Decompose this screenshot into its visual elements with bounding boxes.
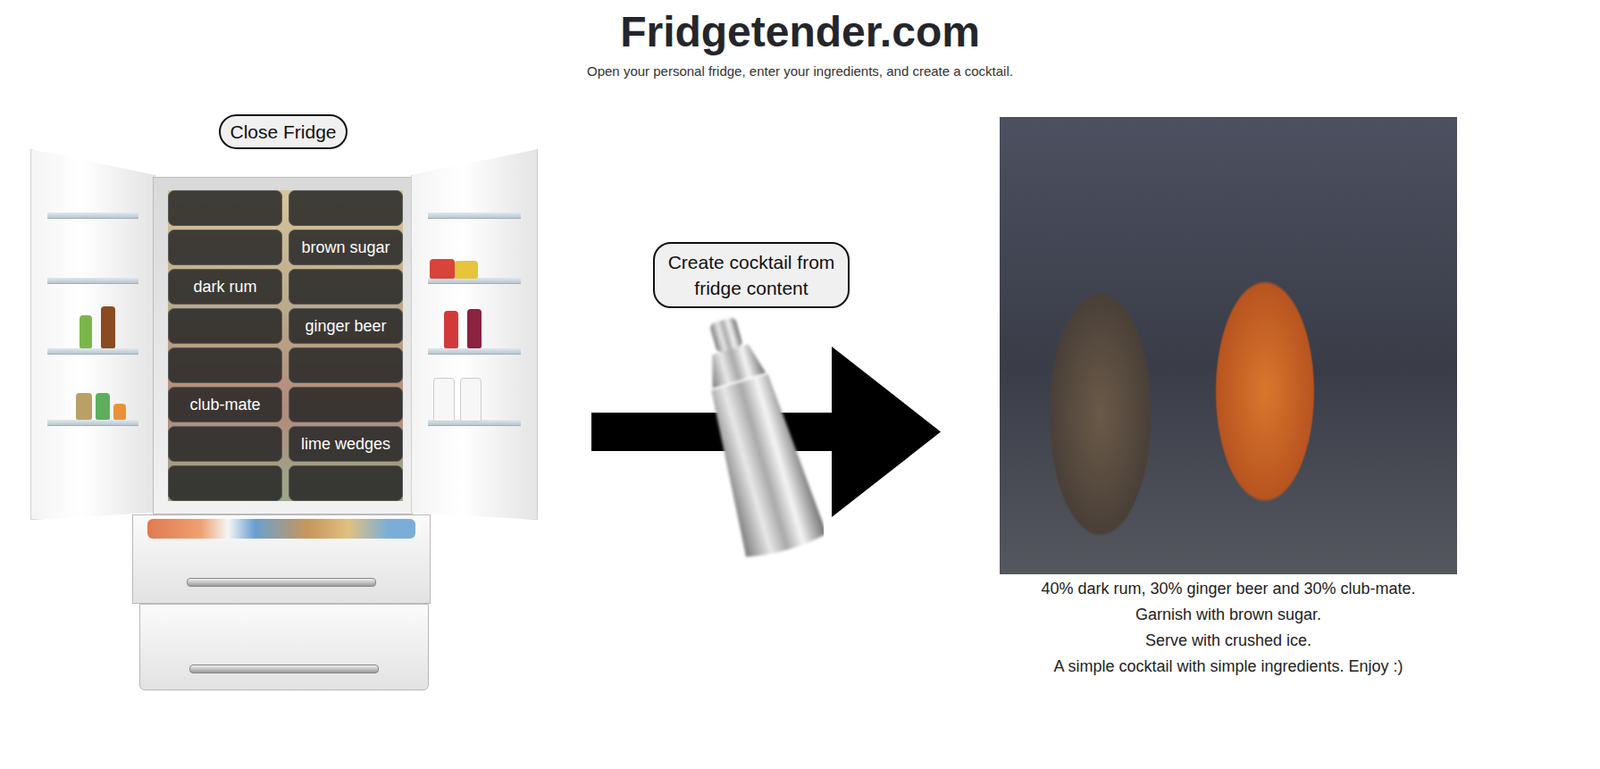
site-subtitle: Open your personal fridge, enter your in…: [0, 62, 1600, 81]
fridge-slot[interactable]: [288, 386, 403, 423]
arrow: [591, 308, 941, 577]
milk-icon: [433, 377, 455, 422]
fridge-body: brown sugardark rumginger beer club-matel…: [152, 176, 413, 515]
fridge-slot[interactable]: dark rum: [167, 268, 283, 305]
shaker-icon: [689, 308, 824, 563]
create-cocktail-button[interactable]: Create cocktail from fridge content: [653, 242, 850, 309]
fridge-slot[interactable]: [288, 190, 403, 227]
fridge-slot[interactable]: [288, 465, 403, 502]
fridge-slot[interactable]: [167, 465, 283, 502]
fridge-slot[interactable]: [167, 308, 283, 344]
snack-icon: [454, 260, 478, 279]
fridge-slot[interactable]: [167, 190, 283, 227]
page: Fridgetender.com Open your personal frid…: [0, 0, 1600, 769]
can-icon: [95, 393, 110, 420]
recipe-line: Garnish with brown sugar.: [1040, 602, 1416, 629]
fridge-drawer[interactable]: [132, 514, 431, 604]
fridge-slot[interactable]: [288, 347, 403, 384]
cup-icon: [113, 403, 126, 420]
arrow-head-icon: [831, 346, 941, 518]
bottle-icon: [100, 306, 116, 349]
fridge-slot[interactable]: ginger beer: [288, 308, 403, 344]
arrow-shaft-icon: [591, 412, 837, 452]
bottle-icon: [79, 315, 93, 349]
fridge-column: Close Fridge brown sugardark rumginger b…: [30, 114, 537, 693]
snack-icon: [429, 259, 455, 279]
bottle-icon: [443, 310, 459, 349]
fridge-left-door: [30, 149, 156, 520]
recipe-line: Serve with crushed ice.: [1040, 628, 1416, 654]
cocktail-photo: [999, 117, 1458, 575]
fridge-drawer[interactable]: [139, 603, 429, 691]
site-title: Fridgetender.com: [0, 7, 1600, 58]
fridge-slots: brown sugardark rumginger beer club-matel…: [167, 190, 403, 502]
fridge-right-door: [410, 149, 538, 520]
fridge-slot[interactable]: [167, 229, 283, 266]
fridge-slot[interactable]: [167, 347, 283, 384]
fridge-slot[interactable]: [288, 268, 403, 305]
close-fridge-button[interactable]: Close Fridge: [218, 114, 347, 150]
fridge: brown sugardark rumginger beer club-matel…: [30, 149, 537, 693]
main: Close Fridge brown sugardark rumginger b…: [0, 80, 1600, 693]
recipe-line: A simple cocktail with simple ingredient…: [1040, 653, 1416, 680]
result-column: 40% dark rum, 30% ginger beer and 30% cl…: [999, 114, 1458, 680]
fridge-slot[interactable]: club-mate: [167, 386, 283, 423]
recipe: 40% dark rum, 30% ginger beer and 30% cl…: [1040, 576, 1416, 680]
bottle-icon: [467, 309, 482, 349]
fridge-slot[interactable]: lime wedges: [288, 426, 403, 462]
fridge-slot[interactable]: [167, 426, 283, 462]
can-icon: [75, 393, 93, 420]
milk-icon: [460, 377, 482, 422]
header: Fridgetender.com Open your personal frid…: [0, 0, 1600, 81]
fridge-slot[interactable]: brown sugar: [288, 229, 403, 266]
recipe-line: 40% dark rum, 30% ginger beer and 30% cl…: [1040, 576, 1416, 603]
action-column: Create cocktail from fridge content: [591, 114, 941, 577]
